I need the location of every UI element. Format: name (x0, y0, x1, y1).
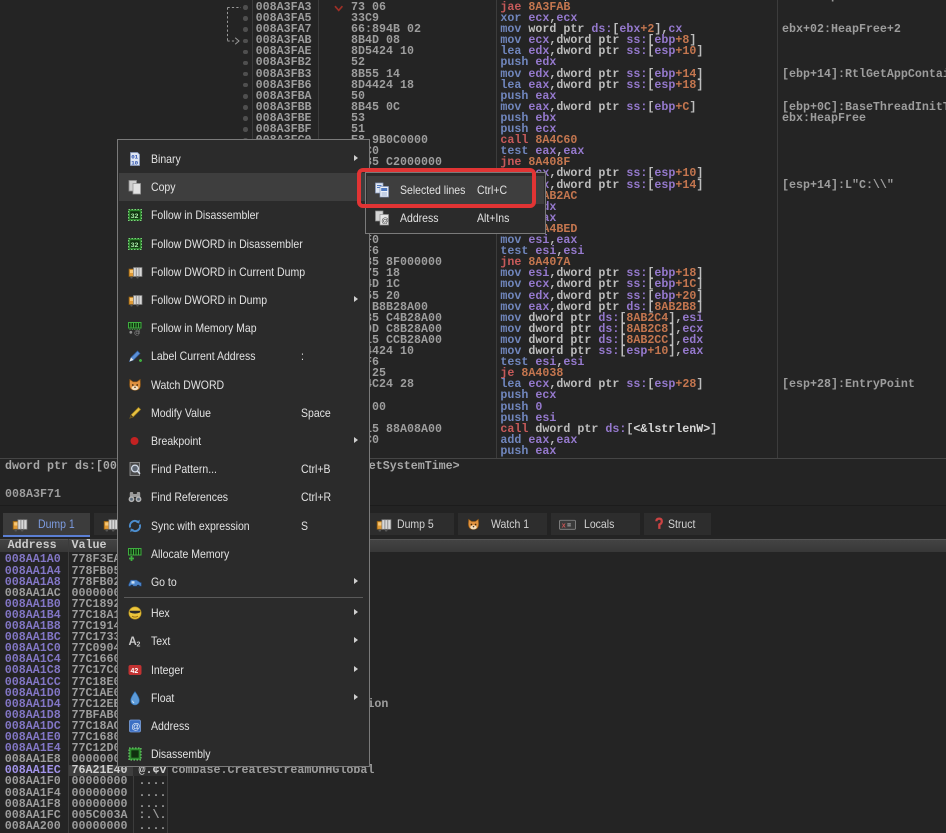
svg-text:10: 10 (131, 159, 138, 166)
svg-text:42: 42 (131, 668, 139, 675)
svg-text:=: = (567, 522, 571, 530)
svg-text:@: @ (131, 722, 140, 732)
svg-text:x: x (562, 522, 566, 530)
svg-text:2: 2 (137, 642, 141, 649)
svg-text:@: @ (381, 216, 389, 225)
svg-text:32: 32 (131, 213, 139, 220)
svg-text:@: @ (134, 330, 141, 336)
svg-text:32: 32 (131, 242, 139, 249)
